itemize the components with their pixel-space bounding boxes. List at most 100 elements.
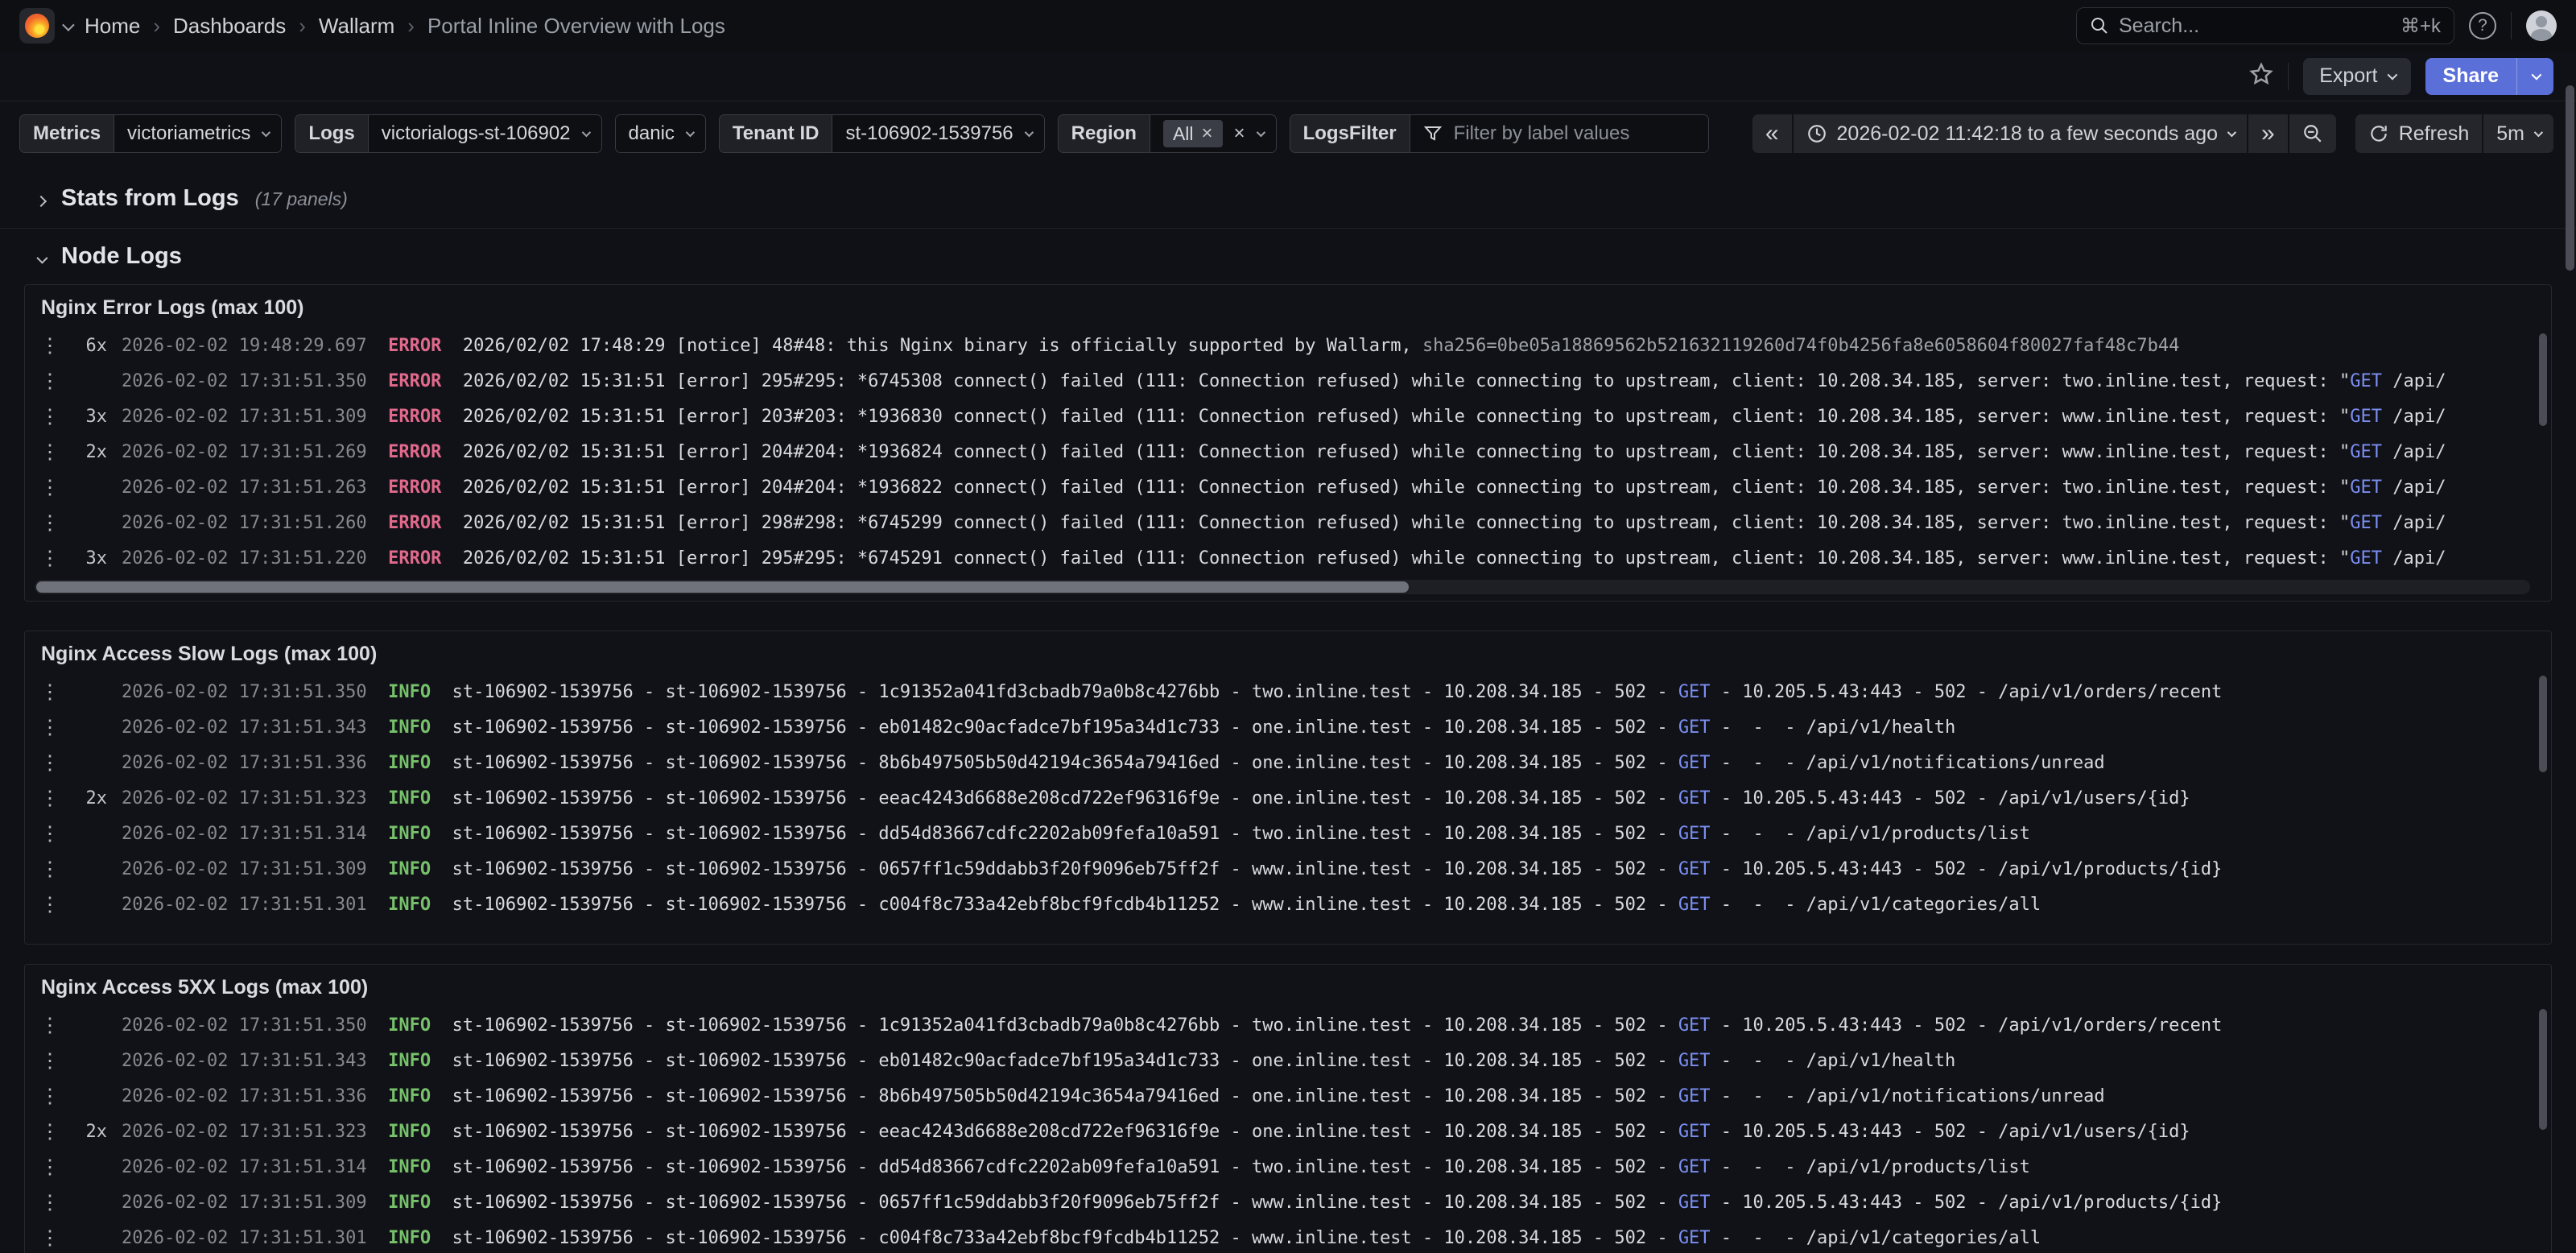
time-shift-back-button[interactable]: « <box>1752 114 1792 153</box>
log-line: 2026-02-02 17:31:51.323 INFO st-106902-1… <box>122 1122 2551 1142</box>
log-row[interactable]: ⋮2026-02-02 17:31:51.309 INFO st-106902-… <box>39 1185 2551 1220</box>
divider <box>2511 12 2512 39</box>
horizontal-scrollbar-thumb[interactable] <box>36 581 1409 593</box>
datasource-select[interactable]: danic <box>616 115 705 152</box>
export-label: Export <box>2319 64 2377 88</box>
log-row[interactable]: ⋮2026-02-02 17:31:51.314 INFO st-106902-… <box>39 1149 2551 1185</box>
row-menu-icon[interactable]: ⋮ <box>39 680 60 704</box>
row-menu-icon[interactable]: ⋮ <box>39 1190 60 1214</box>
row-menu-icon[interactable]: ⋮ <box>39 369 60 393</box>
search-input[interactable]: Search... ⌘+k <box>2076 7 2454 44</box>
share-menu-button[interactable] <box>2516 58 2553 95</box>
row-menu-icon[interactable]: ⋮ <box>39 1155 60 1179</box>
log-row[interactable]: ⋮3x2026-02-02 17:31:51.309 ERROR 2026/02… <box>39 399 2551 434</box>
clock-icon <box>1806 123 1827 144</box>
panel-container: Nginx Error Logs (max 100) ⋮6x2026-02-02 … <box>0 281 2576 1253</box>
row-menu-icon[interactable]: ⋮ <box>39 1084 60 1108</box>
tenant-select[interactable]: st-106902-1539756 <box>832 115 1043 152</box>
row-menu-icon[interactable]: ⋮ <box>39 715 60 739</box>
breadcrumb-folder[interactable]: Wallarm <box>319 14 394 39</box>
logsfilter-field[interactable] <box>1410 115 1708 152</box>
chevron-down-icon <box>36 253 47 264</box>
log-row[interactable]: ⋮2026-02-02 17:31:51.301 INFO st-106902-… <box>39 887 2551 922</box>
row-menu-icon[interactable]: ⋮ <box>39 1013 60 1037</box>
region-select[interactable]: All × × <box>1150 115 1276 152</box>
log-row[interactable]: ⋮2026-02-02 17:31:51.343 INFO st-106902-… <box>39 1043 2551 1078</box>
region-chip-label: All <box>1173 123 1194 145</box>
log-row[interactable]: ⋮6x2026-02-02 19:48:29.697 ERROR 2026/02… <box>39 328 2551 363</box>
panel-scrollbar-thumb[interactable] <box>2539 333 2547 426</box>
zoom-out-button[interactable] <box>2289 114 2336 153</box>
panel-title[interactable]: Nginx Access 5XX Logs (max 100) <box>25 965 2551 999</box>
log-row[interactable]: ⋮2026-02-02 17:31:51.260 ERROR 2026/02/0… <box>39 505 2551 540</box>
row-menu-icon[interactable]: ⋮ <box>39 511 60 535</box>
row-menu-icon[interactable]: ⋮ <box>39 475 60 499</box>
breadcrumb-home[interactable]: Home <box>85 14 140 39</box>
row-menu-icon[interactable]: ⋮ <box>39 786 60 810</box>
clear-selection-icon[interactable]: × <box>1234 122 1245 145</box>
chevron-down-icon <box>1024 128 1033 137</box>
row-menu-icon[interactable]: ⋮ <box>39 440 60 464</box>
log-row[interactable]: ⋮2x2026-02-02 17:31:51.323 INFO st-10690… <box>39 780 2551 816</box>
logs-select[interactable]: victorialogs-st-106902 <box>369 115 601 152</box>
row-menu-icon[interactable]: ⋮ <box>39 751 60 775</box>
panel-title[interactable]: Nginx Access Slow Logs (max 100) <box>25 631 2551 666</box>
log-row[interactable]: ⋮2026-02-02 17:31:51.350 ERROR 2026/02/0… <box>39 363 2551 399</box>
help-icon[interactable]: ? <box>2469 12 2496 39</box>
metrics-select[interactable]: victoriametrics <box>114 115 281 152</box>
time-range-picker[interactable]: 2026-02-02 11:42:18 to a few seconds ago <box>1794 114 2248 153</box>
section-title: Node Logs <box>61 243 182 270</box>
panel-scrollbar-thumb[interactable] <box>2539 1009 2547 1130</box>
log-row[interactable]: ⋮3x2026-02-02 17:31:51.220 ERROR 2026/02… <box>39 540 2551 576</box>
time-shift-forward-button[interactable]: » <box>2248 114 2288 153</box>
log-row[interactable]: ⋮ 2026-02-02 17:31:51.314 INFO st-106902-… <box>39 816 2551 851</box>
row-menu-icon[interactable]: ⋮ <box>39 546 60 570</box>
row-menu-icon[interactable]: ⋮ <box>39 1226 60 1250</box>
row-node-logs[interactable]: Node Logs <box>0 229 2576 281</box>
log-line: 2026-02-02 17:31:51.314 INFO st-106902-1… <box>122 824 2551 844</box>
search-shortcut: ⌘+k <box>2401 14 2441 38</box>
panel-title[interactable]: Nginx Error Logs (max 100) <box>25 285 2551 320</box>
row-menu-icon[interactable]: ⋮ <box>39 404 60 428</box>
breadcrumb-separator: › <box>407 14 415 39</box>
row-menu-icon[interactable]: ⋮ <box>39 1048 60 1073</box>
page-scrollbar[interactable] <box>2566 53 2574 1253</box>
region-chip-all[interactable]: All × <box>1163 120 1223 147</box>
log-row[interactable]: ⋮2026-02-02 17:31:51.336 INFO st-106902-… <box>39 1078 2551 1114</box>
log-row[interactable]: ⋮2026-02-02 17:31:51.350 INFO st-106902-… <box>39 1007 2551 1043</box>
share-button[interactable]: Share <box>2425 58 2516 95</box>
log-row[interactable]: ⋮2026-02-02 17:31:51.301 INFO st-106902-… <box>39 1220 2551 1253</box>
row-menu-icon[interactable]: ⋮ <box>39 333 60 358</box>
chevron-down-icon <box>2532 70 2542 81</box>
row-menu-icon[interactable]: ⋮ <box>39 857 60 881</box>
export-button[interactable]: Export <box>2303 58 2410 95</box>
row-menu-icon[interactable]: ⋮ <box>39 821 60 846</box>
refresh-interval-select[interactable]: 5m <box>2483 114 2553 153</box>
refresh-button[interactable]: Refresh <box>2355 114 2483 153</box>
chip-remove-icon[interactable]: × <box>1202 122 1213 145</box>
row-menu-icon[interactable]: ⋮ <box>39 1119 60 1143</box>
share-split-button: Share <box>2425 58 2553 95</box>
log-row[interactable]: ⋮2026-02-02 17:31:51.343 INFO st-106902-… <box>39 709 2551 745</box>
metrics-label: Metrics <box>20 115 114 152</box>
log-row[interactable]: ⋮2026-02-02 17:31:51.336 INFO st-106902-… <box>39 745 2551 780</box>
top-nav-bar: Home › Dashboards › Wallarm › Portal Inl… <box>0 0 2576 52</box>
log-row[interactable]: ⋮2026-02-02 17:31:51.350 INFO st-106902-… <box>39 674 2551 709</box>
horizontal-scrollbar[interactable] <box>35 580 2530 594</box>
org-menu[interactable] <box>19 8 72 43</box>
page-scrollbar-thumb[interactable] <box>2566 85 2574 271</box>
variables-bar: Metrics victoriametrics Logs victorialog… <box>0 101 2576 164</box>
breadcrumb-dashboards[interactable]: Dashboards <box>173 14 286 39</box>
user-avatar[interactable] <box>2526 10 2557 41</box>
star-icon[interactable] <box>2249 62 2273 90</box>
row-menu-icon[interactable]: ⋮ <box>39 892 60 916</box>
search-placeholder: Search... <box>2119 14 2391 38</box>
row-stats-from-logs[interactable]: Stats from Logs (17 panels) <box>0 164 2576 223</box>
log-row[interactable]: ⋮2026-02-02 17:31:51.263 ERROR 2026/02/0… <box>39 469 2551 505</box>
log-row[interactable]: ⋮2026-02-02 17:31:51.309 INFO st-106902-… <box>39 851 2551 887</box>
log-row[interactable]: ⋮2x2026-02-02 17:31:51.323 INFO st-10690… <box>39 1114 2551 1149</box>
panel-scrollbar-thumb[interactable] <box>2539 676 2547 772</box>
grafana-logo[interactable] <box>19 8 55 43</box>
log-row[interactable]: ⋮2x2026-02-02 17:31:51.269 ERROR 2026/02… <box>39 434 2551 469</box>
logsfilter-input[interactable] <box>1454 122 1695 145</box>
